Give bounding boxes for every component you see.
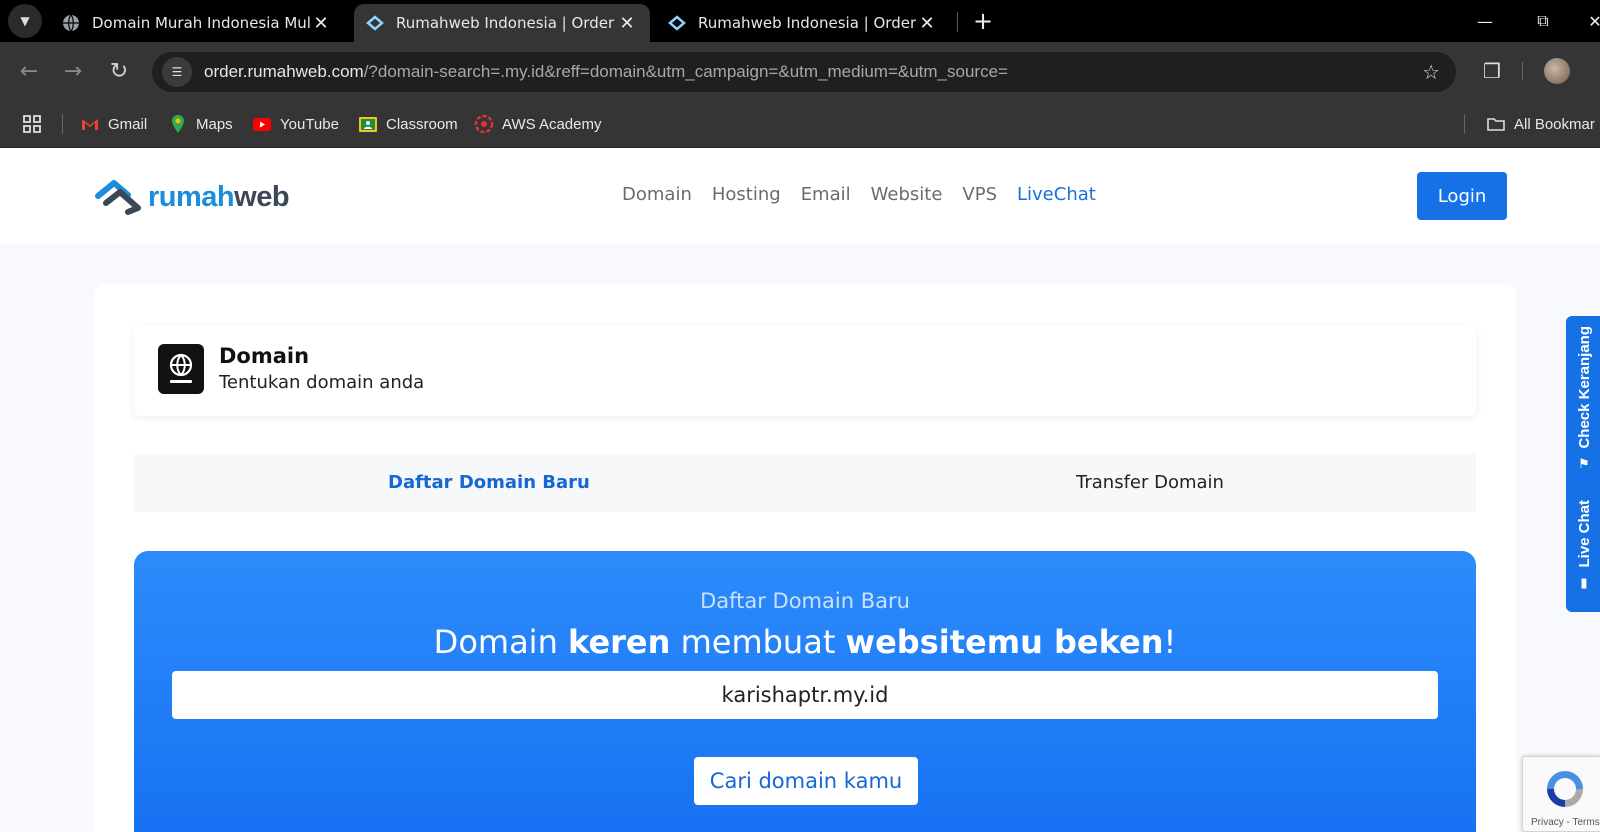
tab-daftar-domain-baru[interactable]: Daftar Domain Baru bbox=[388, 472, 590, 493]
chat-bubble-icon: ▮ bbox=[1580, 575, 1588, 591]
bookmark-label: AWS Academy bbox=[502, 115, 602, 133]
url-path: /?domain-search=.my.id&reff=domain&utm_c… bbox=[363, 62, 1008, 81]
address-bar[interactable]: ☰ order.rumahweb.com/?domain-search=.my.… bbox=[152, 52, 1456, 92]
bookmark-gmail[interactable]: Gmail bbox=[80, 112, 147, 136]
hero-title: Domain keren membuat websitemu beken! bbox=[433, 623, 1177, 661]
rumahweb-logo-icon bbox=[95, 180, 141, 215]
bookmark-label: YouTube bbox=[280, 115, 339, 133]
browser-tab-1[interactable]: Domain Murah Indonesia Mulai ✕ bbox=[50, 4, 344, 42]
aws-academy-icon bbox=[474, 114, 494, 134]
bookmark-divider bbox=[62, 114, 63, 134]
live-chat-label: Live Chat bbox=[1575, 500, 1593, 568]
rumahweb-logo[interactable]: rumahweb bbox=[94, 178, 290, 216]
site-header: rumahweb Domain Hosting Email Website VP… bbox=[0, 148, 1600, 244]
maps-pin-icon bbox=[172, 115, 184, 133]
nav-email[interactable]: Email bbox=[801, 184, 851, 205]
nav-vps[interactable]: VPS bbox=[962, 184, 997, 205]
site-settings-icon[interactable]: ☰ bbox=[162, 57, 192, 87]
login-button[interactable]: Login bbox=[1417, 172, 1507, 220]
main-nav: Domain Hosting Email Website VPS LiveCha… bbox=[622, 184, 1116, 205]
profile-avatar[interactable] bbox=[1544, 58, 1570, 84]
folder-icon bbox=[1487, 118, 1505, 131]
bookmark-label: All Bookmar bbox=[1514, 115, 1595, 133]
domain-tabs: Daftar Domain Baru Transfer Domain bbox=[134, 454, 1476, 512]
live-chat-button[interactable]: Live Chat ▮ bbox=[1566, 500, 1600, 591]
tab-title: Domain Murah Indonesia Mulai bbox=[92, 14, 310, 32]
youtube-icon bbox=[253, 118, 271, 131]
bookmark-label: Classroom bbox=[386, 115, 458, 133]
nav-hosting[interactable]: Hosting bbox=[712, 184, 781, 205]
browser-tab-2[interactable]: Rumahweb Indonesia | Order ✕ bbox=[354, 4, 650, 42]
rumahweb-favicon-icon bbox=[668, 15, 686, 31]
tab-divider bbox=[957, 12, 958, 32]
tab-title: Rumahweb Indonesia | Order bbox=[698, 14, 916, 32]
close-tab-icon[interactable]: ✕ bbox=[616, 13, 638, 34]
gmail-icon bbox=[82, 119, 98, 130]
globe-icon bbox=[63, 14, 79, 32]
browser-tab-3[interactable]: Rumahweb Indonesia | Order ✕ bbox=[656, 4, 950, 42]
nav-domain[interactable]: Domain bbox=[622, 184, 692, 205]
domain-search-input[interactable] bbox=[172, 671, 1438, 719]
toolbar-divider bbox=[1522, 62, 1523, 80]
tab-title: Rumahweb Indonesia | Order bbox=[396, 14, 615, 32]
flag-icon: ⚑ bbox=[1578, 456, 1590, 472]
logo-wordmark: rumahweb bbox=[148, 180, 290, 213]
bookmark-youtube[interactable]: YouTube bbox=[252, 112, 339, 136]
minimize-icon[interactable]: — bbox=[1470, 6, 1500, 36]
search-domain-button[interactable]: Cari domain kamu bbox=[694, 757, 918, 805]
check-cart-button[interactable]: Check Keranjang ⚑ bbox=[1566, 326, 1600, 472]
all-bookmarks-folder[interactable]: All Bookmar bbox=[1486, 112, 1595, 136]
domain-search-hero: Daftar Domain Baru Domain keren membuat … bbox=[134, 551, 1476, 832]
bookmark-star-icon[interactable]: ☆ bbox=[1422, 60, 1440, 84]
close-tab-icon[interactable]: ✕ bbox=[916, 13, 938, 34]
bookmark-maps[interactable]: Maps bbox=[168, 112, 233, 136]
recaptcha-links[interactable]: Privacy - Terms bbox=[1531, 817, 1600, 828]
back-arrow-icon[interactable]: ← bbox=[14, 56, 44, 86]
classroom-icon bbox=[359, 117, 377, 132]
browser-toolbar: ← → ↻ ☰ order.rumahweb.com/?domain-searc… bbox=[0, 42, 1600, 100]
url-host: order.rumahweb.com bbox=[204, 62, 364, 81]
new-tab-button[interactable]: + bbox=[968, 6, 998, 36]
step-subtitle: Tentukan domain anda bbox=[219, 372, 425, 393]
domain-step-card: Domain Tentukan domain anda bbox=[134, 326, 1476, 416]
window-close-icon[interactable]: ✕ bbox=[1580, 6, 1600, 36]
url-text: order.rumahweb.com/?domain-search=.my.id… bbox=[204, 62, 1008, 82]
hero-eyebrow: Daftar Domain Baru bbox=[700, 589, 910, 613]
tab-search-button[interactable]: ▼ bbox=[8, 4, 42, 38]
tab-transfer-domain[interactable]: Transfer Domain bbox=[1076, 472, 1224, 493]
recaptcha-badge[interactable]: Privacy - Terms bbox=[1522, 756, 1600, 832]
nav-website[interactable]: Website bbox=[871, 184, 943, 205]
globe-icon bbox=[158, 344, 204, 394]
forward-arrow-icon[interactable]: → bbox=[58, 56, 88, 86]
bookmark-divider bbox=[1464, 114, 1465, 134]
chevron-down-icon: ▼ bbox=[20, 14, 30, 28]
rumahweb-favicon-icon bbox=[366, 15, 384, 31]
restore-icon[interactable]: ⧉ bbox=[1528, 6, 1558, 36]
bookmark-aws-academy[interactable]: AWS Academy bbox=[474, 112, 601, 136]
browser-tab-bar: ▼ Domain Murah Indonesia Mulai ✕ Rumahwe… bbox=[0, 0, 1600, 42]
nav-livechat[interactable]: LiveChat bbox=[1017, 184, 1096, 205]
bookmark-label: Maps bbox=[196, 115, 233, 133]
close-tab-icon[interactable]: ✕ bbox=[310, 13, 332, 34]
extensions-puzzle-icon[interactable]: ❒ bbox=[1478, 57, 1506, 85]
bookmark-classroom[interactable]: Classroom bbox=[358, 112, 458, 136]
check-cart-label: Check Keranjang bbox=[1575, 326, 1593, 449]
bookmark-label: Gmail bbox=[108, 115, 148, 133]
apps-grid-icon[interactable] bbox=[22, 112, 42, 136]
bookmarks-bar: Gmail Maps YouTube Classroom AWS Academy… bbox=[0, 100, 1600, 148]
reload-icon[interactable]: ↻ bbox=[104, 56, 134, 86]
recaptcha-icon bbox=[1547, 771, 1583, 807]
side-floating-widget: Check Keranjang ⚑ Live Chat ▮ bbox=[1566, 316, 1600, 612]
step-title: Domain bbox=[219, 344, 310, 368]
